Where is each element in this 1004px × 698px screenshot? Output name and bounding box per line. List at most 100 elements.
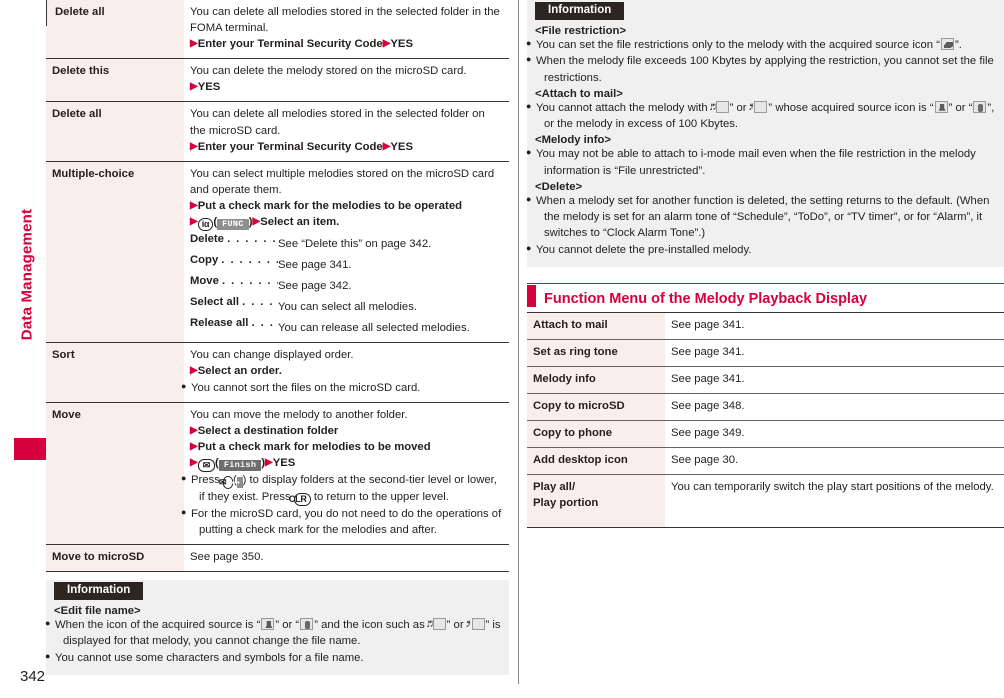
- information-heading: <Edit file name>: [54, 605, 141, 618]
- row-step: ▶Select an order.: [190, 365, 282, 378]
- row-step: ▶YES: [190, 81, 221, 94]
- information-item: ●You cannot attach the melody with “” or…: [526, 100, 996, 133]
- row-term: Sort: [46, 342, 184, 403]
- desc-line: You can delete all melodies stored in th…: [190, 6, 500, 35]
- table-row: Play all/ Play portion You can temporari…: [527, 474, 1004, 528]
- row-term: Delete all: [46, 0, 184, 27]
- desc-line: You can change displayed order.: [190, 349, 354, 362]
- column-divider: [518, 0, 519, 684]
- i-alpha-key-icon: iα: [197, 217, 214, 231]
- row-term: Melody info: [527, 365, 665, 394]
- sub-desc: See “Delete this” on page 342.: [278, 238, 432, 250]
- step-arrow-icon: ▶: [190, 440, 198, 452]
- row-term: Delete this: [46, 58, 184, 102]
- desc-line: You can delete the melody stored on the …: [190, 65, 467, 78]
- row-term: Attach to mail: [527, 311, 665, 340]
- table-row: Sort You can change displayed order. ▶Se…: [46, 342, 509, 403]
- row-description: You can change displayed order. ▶Select …: [181, 342, 509, 403]
- desc-line: You can select multiple melodies stored …: [190, 167, 495, 196]
- function-menu-table-left: Delete all You can delete all melodies s…: [46, 0, 509, 573]
- information-heading: <Attach to mail>: [535, 87, 623, 100]
- table-row: Add desktop icon See page 30.: [527, 447, 1004, 475]
- table-row: Move You can move the melody to another …: [46, 401, 509, 545]
- row-description: See page 341.: [665, 338, 1004, 367]
- right-column: Information <File restriction> ● You can …: [526, 0, 1004, 529]
- row-step: ▶Enter your Terminal Security Code▶YES: [190, 38, 413, 51]
- sub-term: Release all . . .: [190, 317, 275, 330]
- row-step: ▶Put a check mark for the melodies to be…: [190, 199, 462, 212]
- sub-desc: You can release all selected melodies.: [278, 322, 470, 335]
- information-heading: <File restriction>: [535, 25, 627, 37]
- sub-term: Select all . . . . .: [190, 296, 278, 309]
- side-tab-marker: [14, 438, 46, 460]
- row-description: See page 341.: [665, 311, 1004, 340]
- sub-term: Move . . . . . . . .: [190, 275, 278, 288]
- list-item: Release all . . . You can release all sel…: [190, 315, 503, 336]
- row-description: You can temporarily switch the play star…: [665, 474, 1004, 528]
- row-note: ●Press ✉(▬↳) to display folders at the s…: [181, 472, 497, 506]
- row-description: See page 350.: [184, 543, 509, 572]
- page-number: 342: [20, 668, 46, 685]
- row-term: Set as ring tone: [527, 338, 665, 367]
- finish-softkey-icon: Finish: [218, 459, 262, 471]
- row-step: ▶Put a check mark for melodies to be mov…: [190, 440, 431, 453]
- func-softkey-icon: FUNC: [217, 218, 249, 230]
- row-step: ▶Select a destination folder: [190, 424, 339, 437]
- row-term: Add desktop icon: [527, 447, 665, 475]
- row-step: ▶Enter your Terminal Security Code▶YES: [190, 140, 413, 153]
- sub-desc: See page 341.: [278, 259, 352, 272]
- row-description: You can delete all melodies stored in th…: [184, 0, 509, 59]
- mail-key-icon: ✉: [197, 458, 216, 472]
- step-arrow-icon: ▶: [190, 215, 198, 227]
- function-menu-table-right: Attach to mail See page 341. Set as ring…: [527, 311, 1004, 529]
- clr-key-icon: CLR: [289, 492, 311, 506]
- row-description: You can delete the melody stored on the …: [184, 58, 509, 102]
- row-term: Play all/ Play portion: [527, 474, 665, 528]
- row-term: Delete all: [46, 101, 184, 162]
- step-arrow-icon: ▶: [382, 38, 391, 50]
- row-key-step: ▶ ✉(Finish)▶YES: [190, 456, 296, 472]
- row-term-line2: Play portion: [533, 497, 599, 510]
- acquired-source-server-icon: [973, 100, 987, 113]
- row-term: Move to microSD: [46, 543, 184, 572]
- table-row: Delete this You can delete the melody st…: [46, 58, 509, 102]
- table-cell-indent: Delete all: [46, 0, 184, 59]
- row-note: ● You cannot sort the files on the microS…: [181, 380, 421, 394]
- sub-term: Delete . . . . . . .: [190, 232, 278, 245]
- row-term: Copy to phone: [527, 420, 665, 448]
- table-row: Copy to phone See page 349.: [527, 420, 1004, 448]
- side-tab: Data Management: [0, 0, 46, 698]
- sub-definition-list: Delete . . . . . . .See “Delete this” on…: [190, 231, 503, 336]
- step-arrow-icon: ▶: [264, 456, 273, 468]
- sub-term: Copy . . . . . . . .: [190, 254, 278, 267]
- left-column: Delete all You can delete all melodies s…: [45, 0, 509, 675]
- sub-desc: You can select all melodies.: [278, 301, 417, 314]
- row-term-line1: Play all/: [533, 481, 576, 494]
- information-item: ● You cannot use some characters and symb…: [45, 650, 364, 664]
- row-description: See page 30.: [665, 447, 1004, 475]
- rule-cell: [665, 527, 1004, 529]
- row-description: You can select multiple melodies stored …: [184, 160, 509, 343]
- table-row: Copy to microSD See page 348.: [527, 393, 1004, 421]
- step-arrow-icon: ▶: [190, 456, 198, 468]
- step-arrow-icon: ▶: [252, 215, 261, 227]
- information-heading: <Delete>: [535, 180, 583, 193]
- step-arrow-icon: ▶: [382, 140, 391, 152]
- melody-double-note-icon: [432, 618, 446, 631]
- melody-single-note-icon: [754, 100, 768, 113]
- row-description: See page 341.: [665, 365, 1004, 394]
- step-arrow-icon: ▶: [190, 199, 198, 211]
- table-row: Set as ring tone See page 341.: [527, 338, 1004, 367]
- melody-double-note-icon: [715, 100, 729, 113]
- row-description: See page 348.: [665, 393, 1004, 421]
- information-box-left: Information <Edit file name> ● When the i…: [45, 580, 509, 675]
- section-heading: Function Menu of the Melody Playback Dis…: [527, 282, 1004, 312]
- row-note: ● For the microSD card, you do not need t…: [181, 506, 502, 536]
- rule-cell: [527, 527, 665, 529]
- row-key-step: ▶ iα(FUNC)▶Select an item.: [190, 215, 340, 231]
- table-row: Move to microSD See page 350.: [46, 543, 509, 572]
- information-item: ● You cannot delete the pre-installed mel…: [526, 242, 752, 256]
- row-description: You can delete all melodies stored in th…: [184, 101, 509, 162]
- list-item: Copy . . . . . . . .See page 341.: [190, 252, 503, 273]
